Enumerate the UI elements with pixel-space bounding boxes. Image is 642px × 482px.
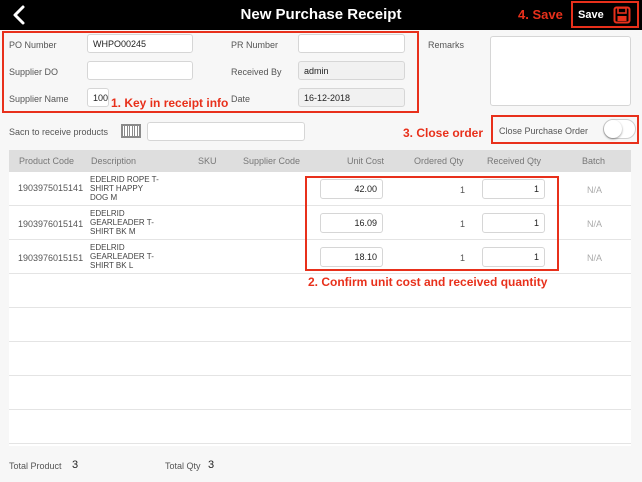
batch: N/A <box>587 253 603 263</box>
batch: N/A <box>587 219 603 229</box>
save-button-label: Save <box>578 9 604 21</box>
top-bar: New Purchase Receipt 4. Save Save <box>0 0 642 30</box>
empty-row <box>9 410 631 444</box>
total-qty-label: Total Qty <box>165 461 201 471</box>
table-header: Product Code Description SKU Supplier Co… <box>9 150 631 172</box>
col-unit-cost: Unit Cost <box>347 156 385 166</box>
toggle-knob <box>604 120 622 138</box>
col-ordered-qty: Ordered Qty <box>414 156 464 166</box>
step1-annotation: 1. Key in receipt info <box>111 96 229 110</box>
step3-annotation: 3. Close order <box>403 126 484 140</box>
save-button[interactable]: Save <box>571 1 639 28</box>
col-batch: Batch <box>582 156 606 166</box>
total-product-value: 3 <box>72 459 79 471</box>
remarks-label: Remarks <box>428 40 465 50</box>
empty-row <box>9 308 631 342</box>
product-code: 1903976015151 <box>18 253 84 263</box>
cost-qty-highlight <box>305 176 559 271</box>
floppy-disk-icon <box>613 6 631 24</box>
total-qty-value: 3 <box>208 459 215 471</box>
col-received-qty: Received Qty <box>487 156 542 166</box>
col-product-code: Product Code <box>19 156 75 166</box>
description: EDELRID ROPE T- SHIRT HAPPY DOG M <box>90 175 159 202</box>
scan-input[interactable] <box>147 122 305 141</box>
step2-annotation: 2. Confirm unit cost and received quanti… <box>308 275 548 289</box>
total-product-label: Total Product <box>9 461 62 471</box>
product-code: 1903975015141 <box>18 183 84 193</box>
scan-label: Sacn to receive products <box>9 127 109 137</box>
empty-row <box>9 342 631 376</box>
col-sku: SKU <box>198 156 217 166</box>
batch: N/A <box>587 185 603 195</box>
close-order-toggle[interactable] <box>603 119 636 139</box>
barcode-icon[interactable] <box>121 124 141 138</box>
description: EDELRID GEARLEADER T- SHIRT BK L <box>90 243 154 270</box>
empty-row <box>9 376 631 410</box>
product-code: 1903976015141 <box>18 219 84 229</box>
col-supplier-code: Supplier Code <box>243 156 301 166</box>
close-order-label: Close Purchase Order <box>499 126 589 136</box>
remarks-field[interactable] <box>490 36 631 106</box>
save-annotation: 4. Save <box>518 7 563 22</box>
col-description: Description <box>91 156 137 166</box>
description: EDELRID GEARLEADER T- SHIRT BK M <box>90 209 154 236</box>
